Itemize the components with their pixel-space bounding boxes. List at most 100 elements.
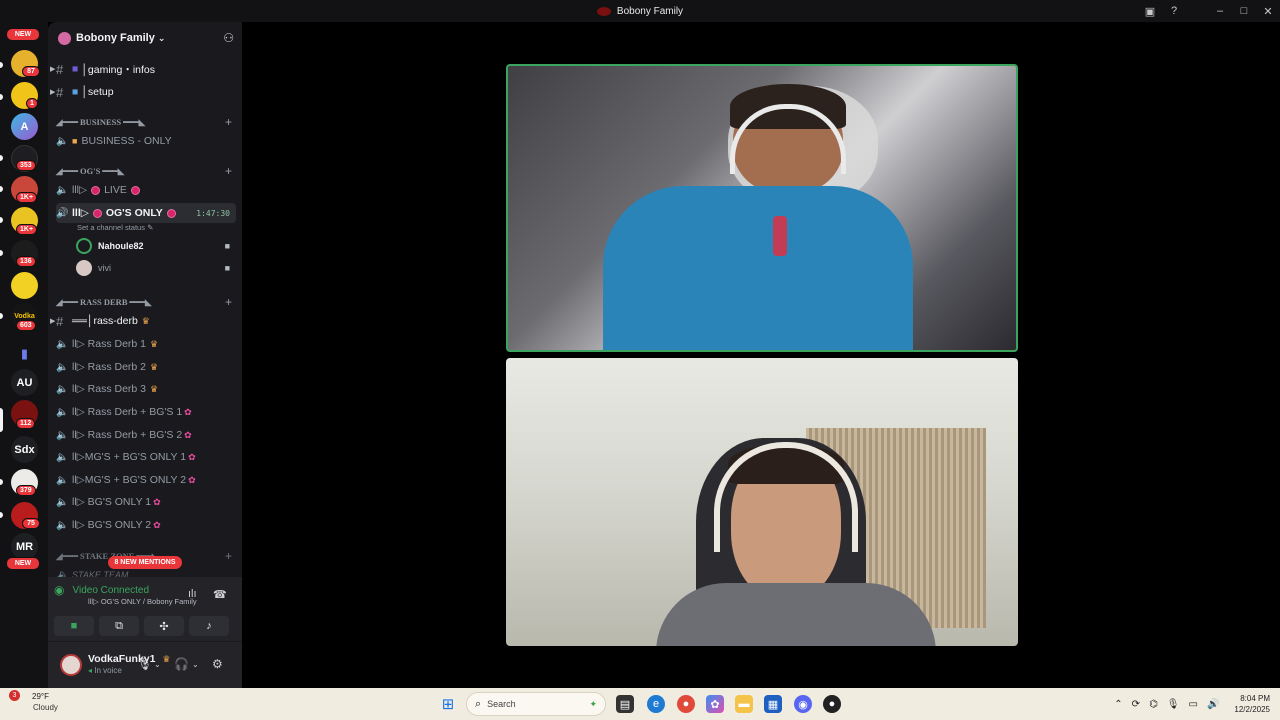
noise-suppression-icon[interactable]: ılı: [188, 588, 197, 600]
folder-icon[interactable]: ▮: [11, 340, 38, 367]
category-ogs[interactable]: ◢━━━ OG'S ━━━◣ +: [56, 163, 236, 179]
create-channel-icon[interactable]: +: [225, 115, 232, 129]
create-channel-icon[interactable]: +: [225, 164, 232, 178]
channel-rass-derb-bg-2[interactable]: 🔈 ll▷ Rass Derb + BG'S 2 ✿: [56, 425, 236, 445]
server-icon[interactable]: [11, 272, 38, 299]
volume-icon[interactable]: 🔊: [1207, 699, 1219, 710]
store-icon[interactable]: ▦: [764, 695, 782, 713]
share-screen-button[interactable]: ⧉: [99, 616, 139, 636]
chrome-icon[interactable]: ●: [677, 695, 695, 713]
server-badge: 1K+: [16, 192, 38, 203]
channel-label: ll▷MG'S + BG'S ONLY 2: [72, 474, 187, 486]
server-initials: Sdx: [14, 443, 35, 456]
edge-icon[interactable]: e: [647, 695, 665, 713]
channel-label: │setup: [81, 86, 114, 98]
clock[interactable]: 8:04 PM 12/2/2025: [1234, 693, 1270, 715]
gear-icon[interactable]: ⚙: [212, 657, 223, 671]
soundboard-button[interactable]: ♪: [189, 616, 229, 636]
invite-people-icon[interactable]: ⚇: [223, 31, 234, 45]
flower-icon: ✿: [153, 496, 161, 507]
chevron-down-icon[interactable]: ⌄: [192, 660, 199, 669]
inbox-icon[interactable]: ▣: [1138, 0, 1162, 22]
maximize-button[interactable]: □: [1232, 0, 1256, 22]
category-rass-derb[interactable]: ◢━━━ RASS DERB ━━━◣ +: [56, 294, 236, 310]
camera-button[interactable]: ■: [54, 616, 94, 636]
windows-start-icon[interactable]: ⊞: [439, 695, 457, 713]
sync-icon[interactable]: ⟳: [1132, 699, 1140, 710]
channel-rass-derb-text[interactable]: ▶ # ══│rass-derb ♛: [50, 311, 236, 331]
display-icon[interactable]: ▭: [1189, 699, 1198, 710]
server-header[interactable]: Bobony Family ⌄ ⚇: [48, 22, 242, 54]
discord-icon[interactable]: ◉: [794, 695, 812, 713]
channel-live[interactable]: 🔈 lll▷ LIVE: [56, 180, 236, 200]
weather-widget[interactable]: 29°F Cloudy: [12, 691, 58, 713]
create-channel-icon[interactable]: +: [225, 295, 232, 309]
server-icon[interactable]: AU: [11, 369, 38, 396]
channel-mg-bg-only-2[interactable]: 🔈 ll▷MG'S + BG'S ONLY 2 ✿: [56, 470, 236, 490]
pencil-icon: ✎: [147, 223, 154, 232]
task-view-icon[interactable]: ▤: [616, 695, 634, 713]
speaker-locked-icon: 🔈: [56, 519, 69, 531]
server-name: Bobony Family: [76, 32, 155, 44]
category-business[interactable]: ◢━━━ BUSINESS ━━━◣ +: [56, 114, 236, 130]
channel-gaming-infos[interactable]: ▶ # ■ │gaming・infos: [50, 59, 236, 79]
microphone-icon[interactable]: 🎙: [137, 657, 152, 671]
copilot-icon[interactable]: ✿: [706, 695, 724, 713]
channel-rass-derb-3[interactable]: 🔈 ll▷ Rass Derb 3 ♛: [56, 379, 236, 399]
disconnect-icon[interactable]: ☎: [213, 588, 227, 601]
channel-bg-only-1[interactable]: 🔈 ll▷ BG'S ONLY 1 ✿: [56, 492, 236, 512]
voice-channel-label[interactable]: lll▷ OG'S ONLY / Bobony Family: [88, 597, 197, 606]
channel-rass-derb-2[interactable]: 🔈 ll▷ Rass Derb 2 ♛: [56, 357, 236, 377]
voice-user[interactable]: vivi: [76, 259, 111, 277]
channel-prefix: lll▷: [72, 207, 89, 219]
chevron-down-icon[interactable]: ⌄: [154, 660, 161, 669]
speaker-locked-icon: 🔈: [56, 406, 69, 418]
minimize-button[interactable]: –: [1208, 0, 1232, 22]
computer-icon: ■: [72, 86, 79, 98]
channel-rass-derb-bg-1[interactable]: 🔈 ll▷ Rass Derb + BG'S 1 ✿: [56, 402, 236, 422]
activities-button[interactable]: ✣: [144, 616, 184, 636]
channel-bg-only-2[interactable]: 🔈 ll▷ BG'S ONLY 2 ✿: [56, 515, 236, 535]
voice-user[interactable]: Nahoule82: [76, 237, 144, 255]
channel-rass-derb-1[interactable]: 🔈 ll▷ Rass Derb 1 ♛: [56, 334, 236, 354]
file-explorer-icon[interactable]: ▬: [735, 695, 753, 713]
channel-setup[interactable]: ▶ # ■ │setup: [50, 82, 236, 102]
weather-desc: Cloudy: [33, 703, 58, 712]
voice-state[interactable]: ◉ Video Connected: [54, 583, 149, 597]
server-icon[interactable]: A: [11, 113, 38, 140]
speaker-locked-icon: 🔈: [56, 474, 69, 486]
video-tile-vodkafunky1[interactable]: [506, 358, 1018, 646]
video-stage: [242, 22, 1280, 688]
channel-business-only[interactable]: 🔈 ■ BUSINESS - ONLY: [56, 131, 236, 151]
channel-ogs-only[interactable]: 🔊 lll▷ OG'S ONLY 1:47:30: [56, 203, 236, 223]
search-highlight-icon: ✦: [589, 698, 597, 709]
app-icon[interactable]: ●: [823, 695, 841, 713]
create-channel-icon[interactable]: +: [225, 549, 232, 563]
weather-temp: 29°F: [32, 692, 49, 701]
microphone-icon[interactable]: 🎙: [1167, 699, 1180, 710]
network-icon[interactable]: ⌬: [1149, 699, 1158, 710]
search-icon: ⌕: [475, 697, 482, 710]
chevron-right-icon: ▶: [50, 89, 56, 96]
clock-date: 12/2/2025: [1234, 705, 1270, 714]
channel-status[interactable]: Set a channel status ✎: [77, 223, 153, 232]
close-button[interactable]: ✕: [1256, 0, 1280, 22]
person-shirt-shape: [656, 583, 936, 646]
search-box[interactable]: ⌕ Search ✦: [466, 692, 606, 716]
avatar[interactable]: [60, 654, 82, 676]
new-mentions-pill[interactable]: 8 NEW MENTIONS: [108, 556, 182, 569]
signal-icon: ◉: [54, 583, 65, 597]
text-channel-icon: #: [56, 61, 64, 77]
channel-label: │gaming・infos: [81, 63, 156, 76]
server-icon[interactable]: Sdx: [11, 436, 38, 463]
headphones-icon[interactable]: 🎧: [174, 657, 189, 671]
category-label: ◢━━━ RASS DERB ━━━◣: [56, 296, 152, 307]
soundboard-icon: ♪: [206, 620, 212, 632]
help-icon[interactable]: ?: [1162, 0, 1186, 22]
server-list: NEW 87 1 A 353 1K+ 1K+ 136 Vodka 603 ▮ A…: [0, 22, 48, 688]
video-tile-nahoule82[interactable]: [506, 64, 1018, 352]
server-icon[interactable]: MR: [11, 533, 38, 560]
channel-mg-bg-only-1[interactable]: 🔈 ll▷MG'S + BG'S ONLY 1 ✿: [56, 447, 236, 467]
speaker-locked-icon: 🔈: [56, 338, 69, 350]
chevron-up-icon[interactable]: ⌃: [1114, 699, 1122, 710]
